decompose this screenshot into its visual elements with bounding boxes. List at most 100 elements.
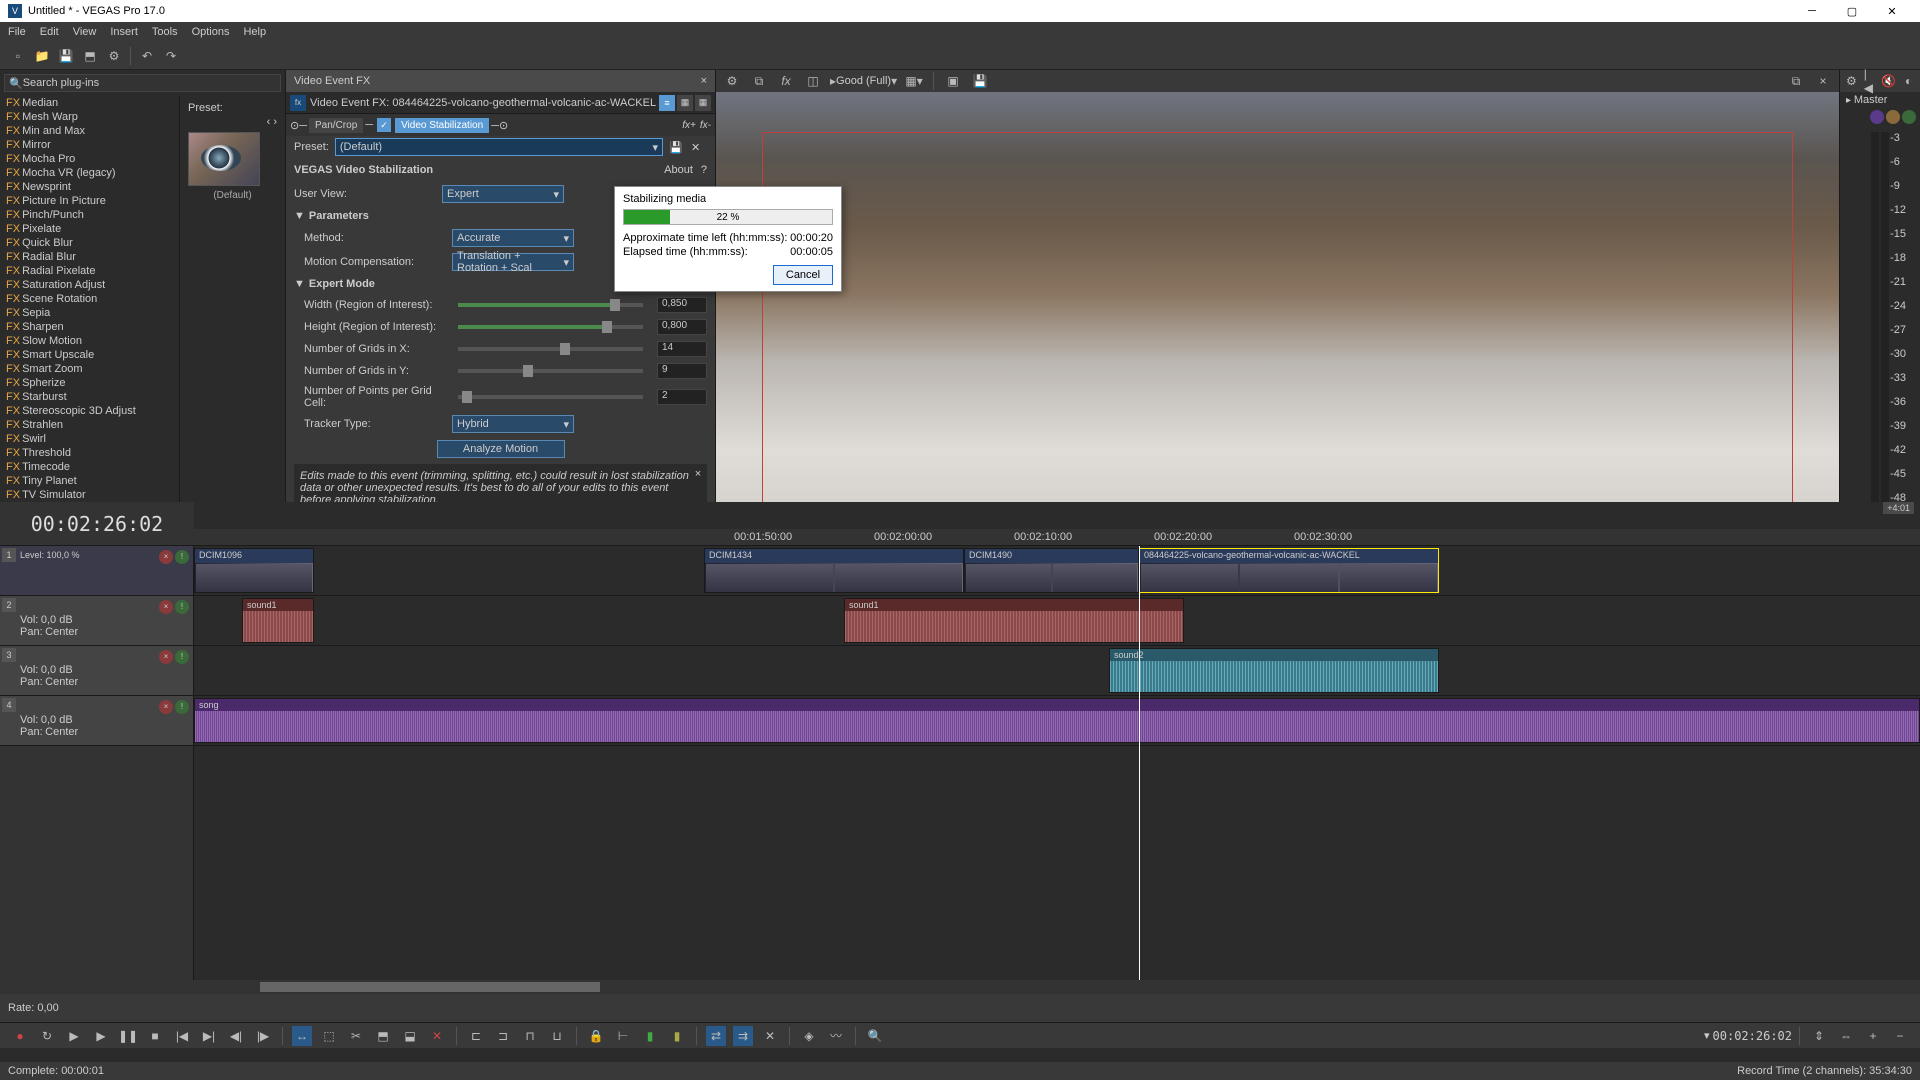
close-icon[interactable]: ×: [1813, 71, 1833, 91]
gear-icon[interactable]: ⚙: [1846, 71, 1857, 91]
grid-icon[interactable]: ▦▾: [904, 71, 924, 91]
menu-edit[interactable]: Edit: [40, 26, 59, 38]
plugin-item[interactable]: FXScene Rotation: [0, 292, 179, 306]
render-icon[interactable]: ⬒: [80, 46, 100, 66]
help-icon[interactable]: ?: [701, 164, 707, 176]
loop-icon[interactable]: ↻: [37, 1026, 57, 1046]
record-icon[interactable]: ●: [10, 1026, 30, 1046]
plugin-item[interactable]: FXTiny Planet: [0, 474, 179, 488]
width-slider[interactable]: [458, 303, 643, 307]
mute-icon[interactable]: 🔇: [1881, 71, 1896, 91]
plugin-item[interactable]: FXStrahlen: [0, 418, 179, 432]
about-link[interactable]: About: [664, 164, 693, 176]
chevron-left-icon[interactable]: ‹: [267, 116, 271, 128]
plugin-item[interactable]: FXQuick Blur: [0, 236, 179, 250]
mute-icon[interactable]: ×: [159, 650, 173, 664]
plugin-item[interactable]: FXPinch/Punch: [0, 208, 179, 222]
view-grid2-icon[interactable]: ▦: [695, 95, 711, 111]
tool-icon[interactable]: ⬒: [373, 1026, 393, 1046]
method-select[interactable]: Accurate▾: [452, 229, 574, 247]
height-slider[interactable]: [458, 325, 643, 329]
chain-video-stabilization[interactable]: Video Stabilization: [395, 118, 489, 133]
menu-help[interactable]: Help: [243, 26, 266, 38]
solo-icon[interactable]: !: [175, 700, 189, 714]
gridx-slider[interactable]: [458, 347, 643, 351]
plugin-item[interactable]: FXPixelate: [0, 222, 179, 236]
zoom-width-icon[interactable]: ⇔: [1836, 1026, 1856, 1046]
plugin-item[interactable]: FXRadial Blur: [0, 250, 179, 264]
solo-icon[interactable]: !: [175, 650, 189, 664]
close-icon[interactable]: ×: [695, 468, 701, 480]
cancel-button[interactable]: Cancel: [773, 265, 833, 285]
tool-icon[interactable]: ✂: [346, 1026, 366, 1046]
go-start-icon[interactable]: |◀: [172, 1026, 192, 1046]
plugin-item[interactable]: FXThreshold: [0, 446, 179, 460]
clip-video-selected[interactable]: 084464225-volcano-geothermal-volcanic-ac…: [1139, 548, 1439, 593]
plugin-item[interactable]: FXStereoscopic 3D Adjust: [0, 404, 179, 418]
properties-icon[interactable]: ⚙: [104, 46, 124, 66]
insert-fx-icon[interactable]: [1870, 110, 1884, 124]
trim-icon[interactable]: ⊔: [547, 1026, 567, 1046]
track-header-1[interactable]: 1 Level: 100,0 % ×!: [0, 546, 193, 596]
tracker-select[interactable]: Hybrid▾: [452, 415, 574, 433]
plugin-item[interactable]: FXSpherize: [0, 376, 179, 390]
delete-icon[interactable]: ✕: [427, 1026, 447, 1046]
userview-select[interactable]: Expert▾: [442, 185, 564, 203]
preset-dropdown[interactable]: (Default)▾: [335, 138, 663, 156]
timecode-display[interactable]: 00:02:26:02: [0, 502, 194, 545]
clip-video[interactable]: DCIM1434: [704, 548, 964, 593]
dim-icon[interactable]: ◐: [1903, 71, 1914, 91]
maximize-button[interactable]: ▢: [1832, 0, 1872, 22]
view-list-icon[interactable]: ≡: [659, 95, 675, 111]
fx-icon[interactable]: fx: [776, 71, 796, 91]
plugin-item[interactable]: FXSepia: [0, 306, 179, 320]
lock-icon[interactable]: 🔒: [586, 1026, 606, 1046]
trim-icon[interactable]: ⊓: [520, 1026, 540, 1046]
undock-icon[interactable]: ⧉: [1786, 71, 1806, 91]
clip-audio[interactable]: sound1: [844, 598, 1184, 643]
gridy-value[interactable]: 9: [657, 363, 707, 379]
view-grid-icon[interactable]: ▦: [677, 95, 693, 111]
minimize-button[interactable]: ─: [1792, 0, 1832, 22]
preview-viewport[interactable]: [716, 92, 1839, 540]
save-icon[interactable]: 💾: [56, 46, 76, 66]
redo-icon[interactable]: ↷: [161, 46, 181, 66]
plugin-item[interactable]: FXMedian: [0, 96, 179, 110]
tool-icon[interactable]: ⬚: [319, 1026, 339, 1046]
fx-float-title[interactable]: Video Event FX ×: [286, 70, 715, 92]
automation-icon[interactable]: [1902, 110, 1916, 124]
search-input[interactable]: 🔍 Search plug-ins: [4, 74, 281, 92]
menu-options[interactable]: Options: [192, 26, 230, 38]
plugin-item[interactable]: FXSmart Upscale: [0, 348, 179, 362]
width-value[interactable]: 0,850: [657, 297, 707, 313]
solo-icon[interactable]: !: [175, 600, 189, 614]
zoom-icon[interactable]: 🔍: [865, 1026, 885, 1046]
plugin-item[interactable]: FXMocha VR (legacy): [0, 166, 179, 180]
mute-icon[interactable]: ×: [159, 700, 173, 714]
plugin-item[interactable]: FXSaturation Adjust: [0, 278, 179, 292]
fx-add-icon[interactable]: fx+: [682, 120, 696, 131]
solo-icon[interactable]: !: [175, 550, 189, 564]
clip-audio[interactable]: song: [194, 698, 1920, 743]
play-icon[interactable]: ▶: [91, 1026, 111, 1046]
gridy-slider[interactable]: [458, 369, 643, 373]
plugin-item[interactable]: FXRadial Pixelate: [0, 264, 179, 278]
mute-icon[interactable]: ×: [159, 600, 173, 614]
mute-icon[interactable]: ×: [159, 550, 173, 564]
timeline-scrollbar[interactable]: [0, 980, 1920, 994]
plugin-item[interactable]: FXMirror: [0, 138, 179, 152]
plugin-item[interactable]: FXMocha Pro: [0, 152, 179, 166]
chevron-right-icon[interactable]: ›: [273, 116, 277, 128]
clip-video[interactable]: DCIM1490: [964, 548, 1139, 593]
playhead[interactable]: [1139, 546, 1140, 980]
next-frame-icon[interactable]: |▶: [253, 1026, 273, 1046]
normal-edit-icon[interactable]: ↔: [292, 1026, 312, 1046]
crossfade-icon[interactable]: ✕: [760, 1026, 780, 1046]
gridx-value[interactable]: 14: [657, 341, 707, 357]
plugin-item[interactable]: FXNewsprint: [0, 180, 179, 194]
quality-dropdown[interactable]: ▸ Good (Full) ▾: [830, 71, 897, 91]
zoom-height-icon[interactable]: ⇕: [1809, 1026, 1829, 1046]
menu-file[interactable]: File: [8, 26, 26, 38]
plugin-list[interactable]: FXMedianFXMesh WarpFXMin and MaxFXMirror…: [0, 96, 180, 562]
motion-select[interactable]: Translation + Rotation + Scal▾: [452, 253, 574, 271]
